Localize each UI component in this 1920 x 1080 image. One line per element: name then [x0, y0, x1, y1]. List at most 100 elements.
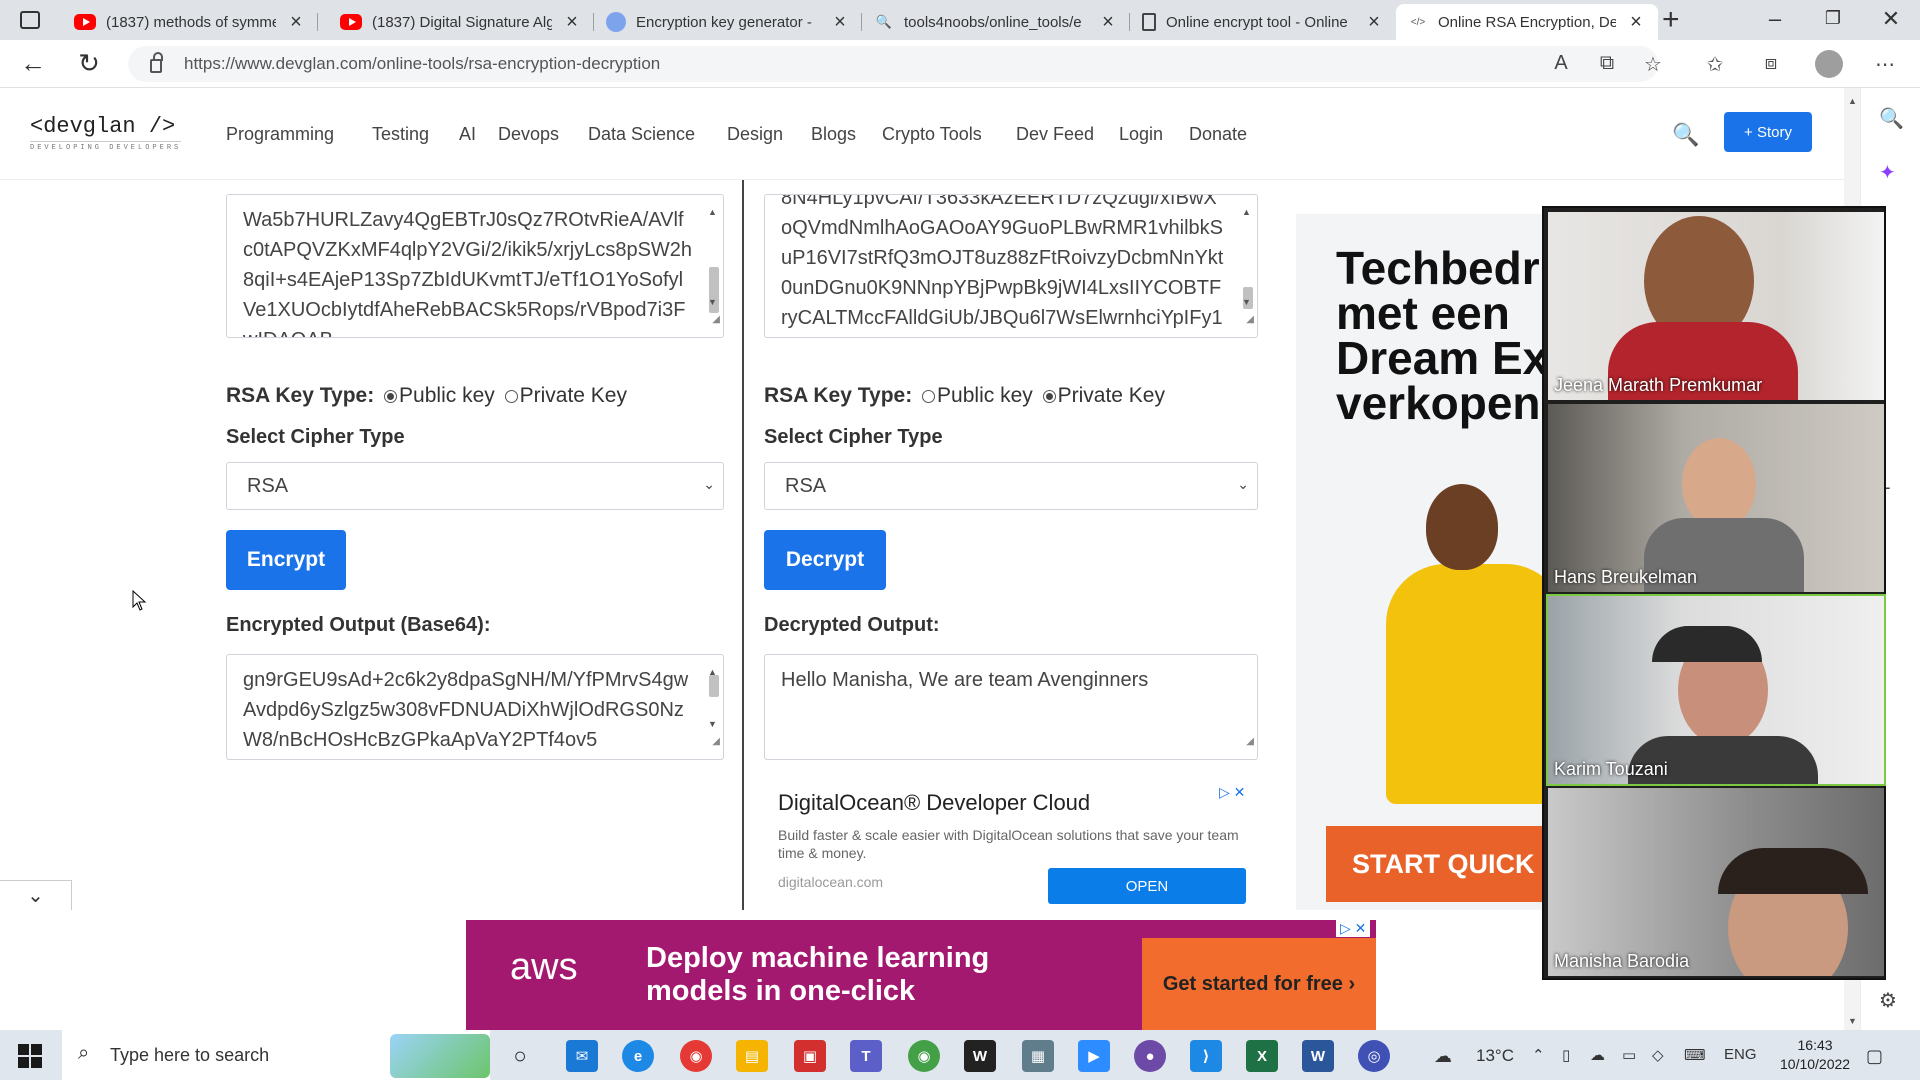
decrypted-output-textarea[interactable]: Hello Manisha, We are team Avenginners ◢ [764, 654, 1258, 760]
keyboard-icon[interactable]: ⌨ [1684, 1046, 1706, 1064]
ad-close-icon[interactable]: ▷ ✕ [1336, 920, 1371, 937]
aws-cta-button[interactable]: Get started for free › [1142, 938, 1376, 1030]
minimize-icon[interactable]: – [1760, 6, 1790, 32]
decrypt-key-textarea[interactable]: 8N4HLy1pvCAf/T3633kAzEERTD7zQzugi/xfBwXo… [764, 194, 1258, 338]
encrypt-key-textarea[interactable]: Wa5b7HURLZavy4QgEBTrJ0sQz7ROtvRieA/AVlfc… [226, 194, 724, 338]
digitalocean-ad[interactable]: DigitalOcean® Developer Cloud Build fast… [764, 782, 1258, 910]
chevron-up-icon[interactable]: ⌃ [1532, 1046, 1545, 1064]
notifications-icon[interactable]: ▢ [1866, 1046, 1883, 1067]
url-input[interactable]: https://www.devglan.com/online-tools/rsa… [128, 46, 1658, 82]
network-icon[interactable]: ▯ [1562, 1046, 1570, 1064]
aws-ad-banner[interactable]: aws Deploy machine learning models in on… [466, 920, 1376, 1030]
close-window-icon[interactable]: ✕ [1876, 6, 1906, 32]
more-menu-icon[interactable]: ⋯ [1872, 52, 1898, 77]
story-button[interactable]: + Story [1724, 112, 1812, 152]
resize-grip-icon[interactable]: ◢ [712, 727, 720, 757]
close-tab-icon[interactable]: × [562, 11, 582, 34]
browser-tab[interactable]: (1837) methods of symmetr × [62, 4, 318, 40]
mail-icon[interactable]: ✉ [566, 1040, 598, 1072]
file-explorer-icon[interactable]: ▤ [736, 1040, 768, 1072]
private-key-radio[interactable] [1042, 390, 1056, 403]
textarea-scrollbar[interactable]: ▲ ▼ [1239, 197, 1255, 321]
search-icon[interactable]: 🔍 [1879, 106, 1904, 131]
add-favorite-icon[interactable]: ☆ [1640, 52, 1666, 77]
ad-close-icon[interactable]: ▷ ✕ [1219, 784, 1245, 801]
participant-tile-active-speaker[interactable]: Karim Touzani [1546, 594, 1886, 786]
devglan-logo[interactable]: <devglan /> DEVELOPING DEVELOPERS [30, 114, 182, 152]
onedrive-icon[interactable]: ☁ [1590, 1046, 1605, 1064]
nav-devops[interactable]: Devops [498, 124, 559, 145]
calculator-icon[interactable]: ▦ [1022, 1040, 1054, 1072]
participant-tile[interactable]: Hans Breukelman [1548, 404, 1884, 592]
zoom-icon[interactable]: ▶ [1078, 1040, 1110, 1072]
gear-icon[interactable]: ⚙ [1879, 988, 1897, 1013]
nav-testing[interactable]: Testing [372, 124, 429, 145]
back-arrow-icon[interactable]: ← [18, 48, 48, 78]
resize-grip-icon[interactable]: ◢ [1246, 727, 1254, 757]
decrypt-button[interactable]: Decrypt [764, 530, 886, 590]
nav-donate[interactable]: Donate [1189, 124, 1247, 145]
github-icon[interactable]: ● [1134, 1040, 1166, 1072]
public-key-radio[interactable] [922, 390, 936, 403]
app-circle-icon[interactable]: ◎ [1358, 1040, 1390, 1072]
system-clock[interactable]: 16:43 10/10/2022 [1780, 1036, 1850, 1074]
chrome-profile-icon[interactable]: ◉ [908, 1040, 940, 1072]
private-key-radio[interactable] [504, 390, 518, 403]
participant-tile[interactable]: Jeena Marath Premkumar [1548, 212, 1884, 400]
search-icon[interactable]: 🔍 [1672, 122, 1699, 148]
restore-icon[interactable]: ❐ [1818, 8, 1848, 29]
resize-grip-icon[interactable]: ◢ [1246, 305, 1254, 335]
close-tab-icon[interactable]: × [1098, 11, 1118, 34]
vscode-icon[interactable]: ⟩ [1190, 1040, 1222, 1072]
nav-design[interactable]: Design [727, 124, 783, 145]
nav-data-science[interactable]: Data Science [588, 124, 695, 145]
close-tab-icon[interactable]: × [286, 11, 306, 34]
close-tab-icon[interactable]: × [1626, 11, 1646, 34]
language-indicator[interactable]: ENG [1724, 1046, 1757, 1063]
excel-icon[interactable]: X [1246, 1040, 1278, 1072]
nav-ai[interactable]: AI [459, 124, 476, 145]
profile-avatar[interactable] [1815, 50, 1843, 78]
collections-icon[interactable]: ⧈ [1758, 52, 1784, 75]
close-tab-icon[interactable]: × [1364, 11, 1384, 34]
edge-icon[interactable]: e [622, 1040, 654, 1072]
gift-icon[interactable]: ▣ [794, 1040, 826, 1072]
favorites-icon[interactable]: ✩ [1702, 52, 1728, 77]
nav-programming[interactable]: Programming [226, 124, 334, 145]
app-w-icon[interactable]: W [964, 1040, 996, 1072]
chrome-icon[interactable]: ◉ [680, 1040, 712, 1072]
nav-login[interactable]: Login [1119, 124, 1163, 145]
task-view-icon[interactable]: ○ [504, 1040, 536, 1072]
nav-dev-feed[interactable]: Dev Feed [1016, 124, 1094, 145]
resize-grip-icon[interactable]: ◢ [712, 305, 720, 335]
new-tab-icon[interactable]: + [1662, 4, 1680, 36]
refresh-icon[interactable]: ↻ [74, 48, 104, 78]
encrypt-cipher-select[interactable]: RSA ⌄ [226, 462, 724, 510]
encrypted-output-textarea[interactable]: gn9rGEU9sAd+2c6k2y8dpaSgNH/M/YfPMrvS4gwA… [226, 654, 724, 760]
decrypt-cipher-select[interactable]: RSA ⌄ [764, 462, 1258, 510]
copilot-icon[interactable]: ✦ [1879, 160, 1896, 185]
public-key-radio[interactable] [384, 390, 398, 403]
windows-start-icon[interactable] [18, 1044, 42, 1068]
banner-cta-button[interactable]: START QUICK S [1326, 826, 1556, 902]
encrypt-button[interactable]: Encrypt [226, 530, 346, 590]
close-tab-icon[interactable]: × [830, 11, 850, 34]
ad-open-button[interactable]: OPEN [1048, 868, 1246, 904]
dropbox-icon[interactable]: ◇ [1652, 1046, 1664, 1064]
textarea-scrollbar[interactable]: ▲ ▼ [705, 197, 721, 321]
participant-tile[interactable]: Manisha Barodia [1548, 788, 1884, 976]
browser-tab[interactable]: Encryption key generator - × [594, 4, 862, 40]
cloud-weather-icon[interactable]: ☁ [1434, 1046, 1452, 1067]
taskbar-search-input[interactable]: ⌕ Type here to search [62, 1030, 490, 1080]
browser-tab-active[interactable]: </> Online RSA Encryption, Dec × [1396, 4, 1658, 40]
app-available-icon[interactable]: ⧉ [1594, 52, 1620, 75]
battery-icon[interactable]: ▭ [1622, 1046, 1636, 1064]
browser-tab[interactable]: (1837) Digital Signature Alg × [328, 4, 594, 40]
teams-icon[interactable]: T [850, 1040, 882, 1072]
nav-blogs[interactable]: Blogs [811, 124, 856, 145]
word-icon[interactable]: W [1302, 1040, 1334, 1072]
read-aloud-icon[interactable]: A [1548, 52, 1574, 75]
tab-actions-icon[interactable] [20, 11, 40, 29]
browser-tab[interactable]: Online encrypt tool - Online × [1130, 4, 1396, 40]
chevron-down-icon[interactable]: ⌄ [0, 880, 72, 910]
